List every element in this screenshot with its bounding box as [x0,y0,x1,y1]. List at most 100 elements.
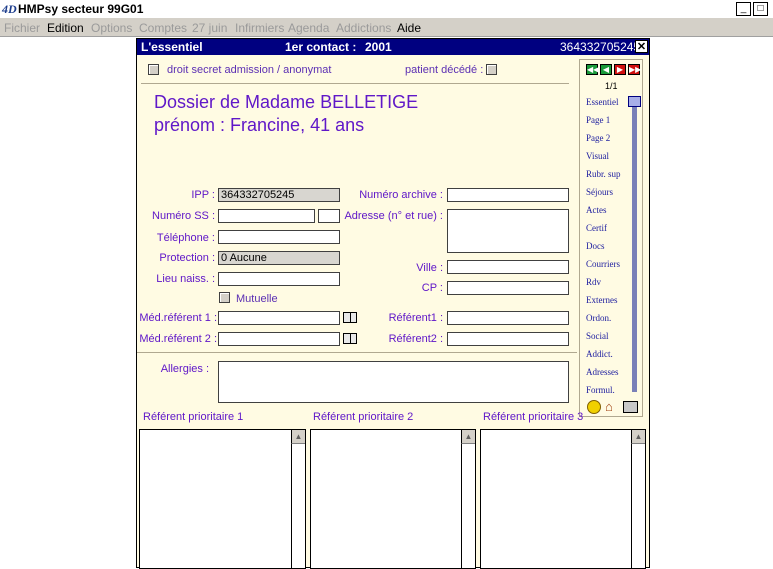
zip-field[interactable] [447,281,569,295]
pane-scrollbar[interactable] [291,430,305,568]
window-title: L'essentiel [141,40,203,54]
app-logo: 4D [2,2,17,16]
patient-firstname-age: prénom : Francine, 41 ans [154,115,365,135]
med2-field[interactable] [218,332,340,346]
menu-fichier[interactable]: Fichier [4,21,40,35]
scroll-up-icon[interactable]: ▲ [291,430,305,444]
nav-item-social[interactable]: Social [586,331,609,341]
clock-icon[interactable] [587,400,601,414]
menu-aide[interactable]: Aide [397,21,421,35]
nav-item-addict[interactable]: Addict. [586,349,613,359]
secret-label: droit secret admission / anonymat [167,64,332,76]
scroll-up-icon[interactable]: ▲ [631,430,645,444]
med1-label: Méd.référent 1 : [139,312,217,324]
nav-item-courriers[interactable]: Courriers [586,259,620,269]
menu-infirmiers[interactable]: Infirmiers [235,21,284,35]
patient-window: L'essentiel 1er contact : 2001 364332705… [136,38,650,569]
contact-label: 1er contact : [285,40,357,54]
nav-item-page2[interactable]: Page 2 [586,133,610,143]
ipp-field[interactable]: 364332705245 [218,188,340,202]
nav-item-rdv[interactable]: Rdv [586,277,601,287]
med2-label: Méd.référent 2 : [139,333,217,345]
ss-label: Numéro SS : [152,210,215,222]
menu-options[interactable]: Options [91,21,132,35]
menu-date[interactable]: 27 juin [192,21,227,35]
pane-scrollbar[interactable] [631,430,645,568]
zip-label: CP : [421,282,443,294]
nav-item-docs[interactable]: Docs [586,241,605,251]
menu-bar: Fichier Edition Options Comptes 27 juin … [0,18,773,37]
address-label: Adresse (n° et rue) : [344,210,443,222]
page-indicator: 1/1 [605,81,618,91]
mutuelle-label: Mutuelle [236,293,278,305]
nav-item-formul[interactable]: Formul. [586,385,615,395]
allergies-label: Allergies : [160,363,209,375]
address-field[interactable] [447,209,569,253]
nav-item-visual[interactable]: Visual [586,151,609,161]
pane-scrollbar[interactable] [461,430,475,568]
mutuelle-checkbox[interactable] [219,292,230,303]
next-page-icon[interactable]: ▶ [614,64,626,75]
ref1-field[interactable] [447,311,569,325]
divider [137,352,577,353]
first-page-icon[interactable]: ◀◀ [586,64,599,75]
nav-item-adresses[interactable]: Adresses [586,367,619,377]
window-id: 364332705245 [560,40,641,54]
divider [141,83,569,84]
nav-item-ordon[interactable]: Ordon. [586,313,611,323]
nav-item-externes[interactable]: Externes [586,295,618,305]
ref1-label: Référent1 : [388,312,443,324]
window-title-bar: L'essentiel 1er contact : 2001 364332705… [137,39,649,55]
referent-pane-3[interactable]: ▲ [480,429,646,569]
nav-scrollbar[interactable] [632,96,637,392]
deceased-checkbox[interactable] [486,64,497,75]
allergies-field[interactable] [218,361,569,403]
med1-field[interactable] [218,311,340,325]
menu-agenda[interactable]: Agenda [288,21,329,35]
referent-pane-1[interactable]: ▲ [139,429,306,569]
telephone-field[interactable] [218,230,340,244]
menu-edition[interactable]: Edition [47,21,84,35]
prev-page-icon[interactable]: ◀ [600,64,612,75]
ref2-label: Référent2 : [388,333,443,345]
nav-item-certif[interactable]: Certif [586,223,607,233]
menu-addictions[interactable]: Addictions [336,21,391,35]
scroll-up-icon[interactable]: ▲ [461,430,475,444]
maximize-button[interactable]: □ [753,2,768,16]
birthplace-field[interactable] [218,272,340,286]
pane-label-1: Référent prioritaire 1 [143,411,244,423]
nav-item-actes[interactable]: Actes [586,205,607,215]
deceased-label: patient décédé : [405,64,484,76]
nav-item-page1[interactable]: Page 1 [586,115,610,125]
archive-label: Numéro archive : [359,189,443,201]
app-title: HMPsy secteur 99G01 [18,2,144,16]
printer-icon[interactable] [623,401,638,413]
menu-comptes[interactable]: Comptes [139,21,187,35]
birthplace-label: Lieu naiss. : [156,273,215,285]
pane-label-3: Référent prioritaire 3 [483,411,584,423]
ss-number-field[interactable] [218,209,315,223]
last-page-icon[interactable]: ▶▶ [628,64,641,75]
secret-checkbox[interactable] [148,64,159,75]
tel-label: Téléphone : [156,232,215,244]
page-navigator: ◀◀ ◀ ▶ ▶▶ 1/1 Essentiel Page 1 Page 2 Vi… [579,59,643,417]
ipp-label: IPP : [191,189,215,201]
protection-field[interactable]: 0 Aucune [218,251,340,265]
close-icon[interactable]: ✕ [635,40,648,53]
archive-field[interactable] [447,188,569,202]
ref2-field[interactable] [447,332,569,346]
nav-item-essentiel[interactable]: Essentiel [586,97,619,107]
pane-label-2: Référent prioritaire 2 [313,411,414,423]
city-label: Ville : [416,262,443,274]
city-field[interactable] [447,260,569,274]
app-title-bar: 4D HMPsy secteur 99G01 _ □ [0,0,773,18]
patient-name: Dossier de Madame BELLETIGE [154,92,419,112]
nav-item-sejours[interactable]: Séjours [586,187,613,197]
contact-year: 2001 [365,40,392,54]
referent-pane-2[interactable]: ▲ [310,429,476,569]
home-icon[interactable]: ⌂ [605,400,613,414]
minimize-button[interactable]: _ [736,2,751,16]
nav-scroll-thumb[interactable] [628,96,641,107]
nav-item-rubr-sup[interactable]: Rubr. sup [586,169,621,179]
protection-label: Protection : [159,252,215,264]
